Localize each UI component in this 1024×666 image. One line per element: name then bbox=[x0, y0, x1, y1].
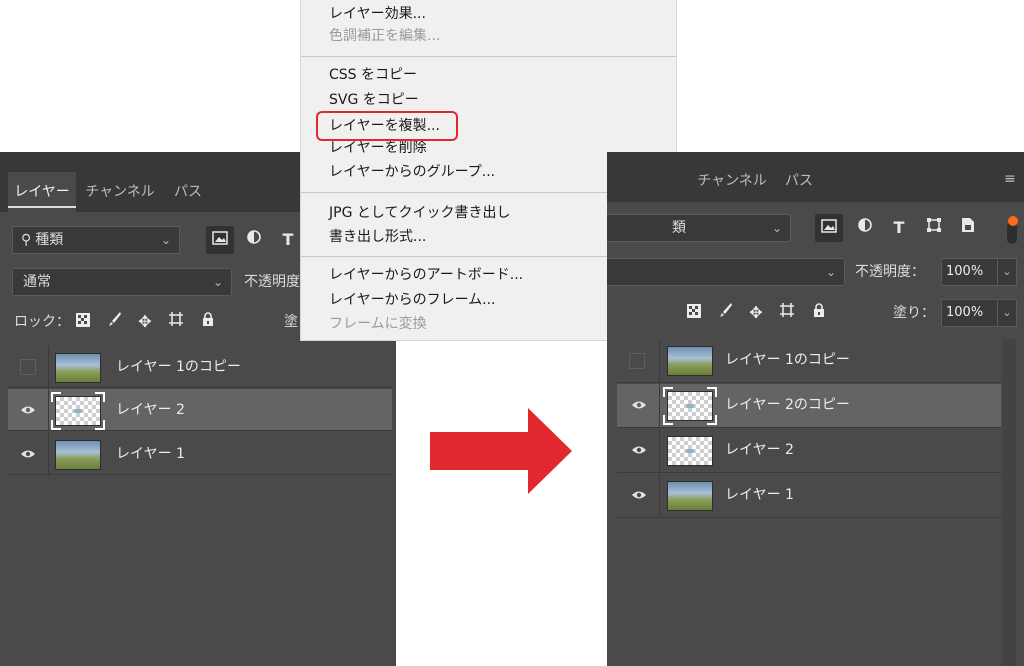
layer-name[interactable]: レイヤー 1のコピー bbox=[725, 339, 850, 381]
kind-filter-label: 種類 bbox=[35, 232, 64, 248]
eye-icon[interactable] bbox=[629, 429, 649, 471]
layers-panel-after: チャンネル パス ≡ 類 ⌄ T ⌄ 不透明度： 100% ⌄ ✥ 塗り： 10… bbox=[607, 152, 1024, 666]
chevron-down-icon: ⌄ bbox=[212, 275, 223, 289]
layer-row[interactable]: レイヤー 1のコピー bbox=[8, 346, 392, 388]
panel-tabs: チャンネル パス bbox=[607, 160, 1024, 202]
lock-artboard-icon[interactable] bbox=[165, 309, 187, 335]
menu-item-copy-svg[interactable]: SVG をコピー bbox=[329, 90, 419, 110]
tab-paths[interactable]: パス bbox=[777, 160, 821, 202]
layer-name[interactable]: レイヤー 2 bbox=[725, 429, 794, 471]
fill-label: 塗り： bbox=[893, 305, 935, 321]
chevron-down-icon[interactable]: ⌄ bbox=[997, 258, 1017, 286]
eye-icon[interactable] bbox=[18, 389, 38, 431]
panel-menu-icon[interactable]: ≡ bbox=[1004, 172, 1018, 186]
menu-item-edit-adjustment: 色調補正を編集... bbox=[329, 28, 441, 44]
menu-item-copy-css[interactable]: CSS をコピー bbox=[329, 65, 417, 85]
layers-scrollbar[interactable] bbox=[1002, 339, 1016, 666]
adjustment-filter-icon[interactable] bbox=[851, 214, 879, 242]
menu-item-frame-from-layers[interactable]: レイヤーからのフレーム... bbox=[329, 290, 496, 310]
layer-thumbnail bbox=[55, 396, 101, 426]
duplicate-layer-highlight bbox=[316, 111, 458, 141]
menu-item-quick-export-jpg[interactable]: JPG としてクイック書き出し bbox=[329, 203, 510, 223]
type-filter-icon[interactable]: T bbox=[885, 214, 913, 242]
chevron-down-icon: ⌄ bbox=[771, 221, 782, 235]
chevron-down-icon[interactable]: ⌄ bbox=[997, 299, 1017, 327]
layer-row[interactable]: レイヤー 1のコピー bbox=[617, 339, 1001, 383]
divider bbox=[659, 384, 660, 428]
layer-thumbnail bbox=[667, 436, 713, 466]
menu-separator bbox=[301, 56, 676, 57]
layer-name[interactable]: レイヤー 2のコピー bbox=[725, 384, 850, 426]
fill-label: 塗 bbox=[284, 314, 298, 330]
tab-channels[interactable]: チャンネル bbox=[80, 172, 160, 212]
divider bbox=[659, 339, 660, 383]
layer-thumbnail bbox=[667, 391, 713, 421]
layer-row[interactable]: レイヤー 1 bbox=[8, 433, 392, 475]
lock-image-pixels-icon[interactable] bbox=[714, 300, 736, 326]
tab-channels[interactable]: チャンネル bbox=[691, 160, 773, 202]
layer-name[interactable]: レイヤー 1 bbox=[725, 474, 794, 516]
image-filter-icon[interactable] bbox=[815, 214, 843, 242]
layer-thumbnail bbox=[55, 440, 101, 470]
blend-mode-value: 通常 bbox=[23, 274, 51, 290]
lock-transparent-pixels-icon[interactable] bbox=[683, 300, 705, 326]
chevron-down-icon: ⌄ bbox=[825, 265, 836, 279]
type-filter-icon[interactable]: T bbox=[274, 226, 302, 254]
lock-position-icon[interactable]: ✥ bbox=[134, 309, 156, 335]
chevron-down-icon: ⌄ bbox=[160, 233, 171, 247]
filter-on-indicator bbox=[1008, 216, 1018, 226]
lock-all-icon[interactable] bbox=[197, 309, 219, 335]
right-arrow-icon bbox=[430, 408, 572, 494]
visibility-toggle-off[interactable] bbox=[20, 359, 36, 375]
layer-name[interactable]: レイヤー 1のコピー bbox=[116, 346, 241, 388]
tab-paths[interactable]: パス bbox=[164, 172, 212, 212]
fill-input[interactable]: 100% bbox=[941, 299, 999, 327]
layer-kind-filter[interactable]: 類 ⌄ bbox=[607, 214, 791, 242]
lock-all-icon[interactable] bbox=[808, 300, 830, 326]
menu-item-layer-effects[interactable]: レイヤー効果... bbox=[329, 4, 426, 24]
lock-artboard-icon[interactable] bbox=[776, 300, 798, 326]
adjustment-filter-icon[interactable] bbox=[240, 226, 268, 254]
blend-mode-select[interactable]: 通常 ⌄ bbox=[12, 268, 232, 296]
tab-layers[interactable]: レイヤー bbox=[8, 172, 76, 212]
layer-name[interactable]: レイヤー 1 bbox=[116, 433, 185, 475]
divider bbox=[48, 433, 49, 475]
visibility-toggle-off[interactable] bbox=[629, 353, 645, 369]
layer-thumbnail bbox=[667, 481, 713, 511]
image-filter-icon[interactable] bbox=[206, 226, 234, 254]
shape-filter-icon[interactable] bbox=[920, 214, 948, 242]
layer-row-selected[interactable]: レイヤー 2 bbox=[8, 389, 392, 431]
kind-filter-label: 類 bbox=[672, 220, 686, 236]
layer-thumbnail bbox=[667, 346, 713, 376]
divider bbox=[48, 346, 49, 388]
lock-image-pixels-icon[interactable] bbox=[103, 309, 125, 335]
eye-icon[interactable] bbox=[629, 384, 649, 426]
layer-row-selected[interactable]: レイヤー 2のコピー bbox=[617, 384, 1001, 428]
layer-name[interactable]: レイヤー 2 bbox=[116, 389, 185, 431]
layer-thumbnail bbox=[55, 353, 101, 383]
menu-item-artboard-from-layers[interactable]: レイヤーからのアートボード... bbox=[329, 265, 523, 285]
lock-transparent-pixels-icon[interactable] bbox=[72, 309, 94, 335]
smart-object-filter-icon[interactable] bbox=[954, 214, 982, 242]
layer-kind-filter[interactable]: ⚲ 種類 ⌄ bbox=[12, 226, 180, 254]
divider bbox=[659, 474, 660, 518]
opacity-label: 不透明度 bbox=[244, 274, 300, 290]
lock-label: ロック： bbox=[14, 314, 70, 330]
menu-item-export-as[interactable]: 書き出し形式... bbox=[329, 227, 426, 247]
opacity-label: 不透明度： bbox=[855, 264, 925, 280]
menu-item-group-from-layers[interactable]: レイヤーからのグループ... bbox=[329, 162, 495, 182]
layer-row[interactable]: レイヤー 2 bbox=[617, 429, 1001, 473]
menu-item-convert-to-frame: フレームに変換 bbox=[329, 316, 427, 332]
eye-icon[interactable] bbox=[18, 433, 38, 475]
lock-position-icon[interactable]: ✥ bbox=[745, 300, 767, 326]
divider bbox=[659, 429, 660, 473]
blend-mode-select[interactable]: ⌄ bbox=[607, 258, 845, 286]
divider bbox=[48, 389, 49, 431]
layer-row[interactable]: レイヤー 1 bbox=[617, 474, 1001, 518]
menu-item-delete-layer[interactable]: レイヤーを削除 bbox=[329, 138, 427, 158]
magnifier-icon: ⚲ bbox=[21, 232, 32, 248]
eye-icon[interactable] bbox=[629, 474, 649, 516]
opacity-input[interactable]: 100% bbox=[941, 258, 999, 286]
